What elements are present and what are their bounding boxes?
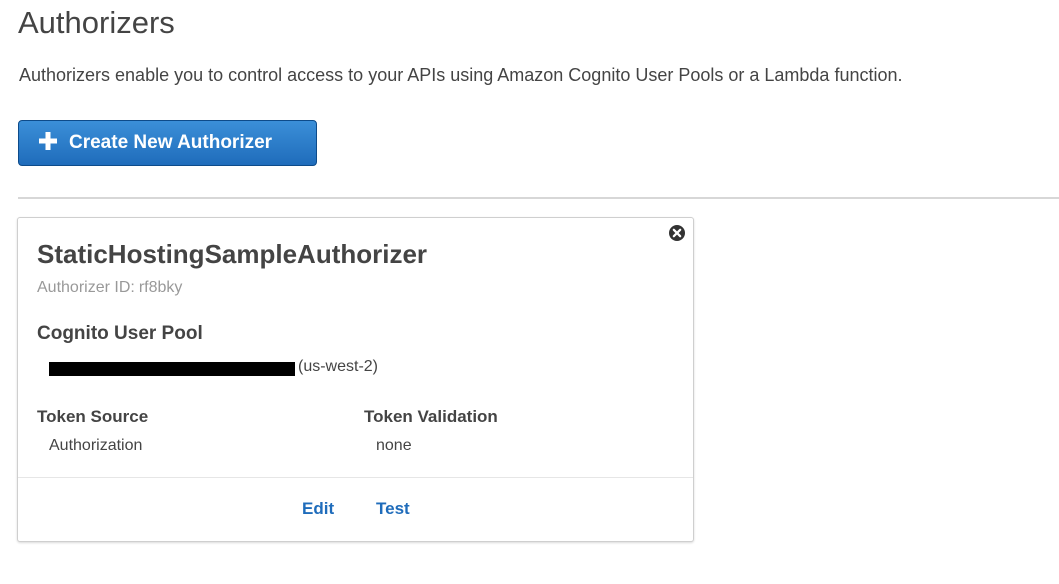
create-new-authorizer-button[interactable]: Create New Authorizer (18, 120, 317, 166)
authorizer-id: Authorizer ID: rf8bky (37, 278, 182, 298)
close-icon[interactable] (668, 224, 686, 242)
authorizer-id-value: rf8bky (138, 279, 183, 296)
token-source-label: Token Source (37, 407, 149, 426)
page-title: Authorizers (18, 5, 175, 40)
authorizer-card: StaticHostingSampleAuthorizer Authorizer… (17, 217, 694, 542)
authorizer-id-label: Authorizer ID: (37, 279, 135, 296)
card-footer-divider (18, 477, 693, 478)
redacted-user-pool-name (49, 362, 295, 376)
create-button-label: Create New Authorizer (69, 132, 273, 153)
plus-icon (37, 130, 59, 152)
token-validation-label: Token Validation (364, 407, 498, 426)
test-link[interactable]: Test (376, 498, 410, 520)
page-description: Authorizers enable you to control access… (19, 65, 903, 85)
authorizer-type: Cognito User Pool (37, 323, 203, 344)
token-source-value: Authorization (49, 437, 143, 454)
edit-link[interactable]: Edit (302, 498, 334, 520)
token-validation-value: none (376, 437, 412, 454)
section-divider (18, 197, 1059, 199)
authorizer-name: StaticHostingSampleAuthorizer (37, 239, 428, 269)
user-pool-region: (us-west-2) (298, 358, 379, 375)
